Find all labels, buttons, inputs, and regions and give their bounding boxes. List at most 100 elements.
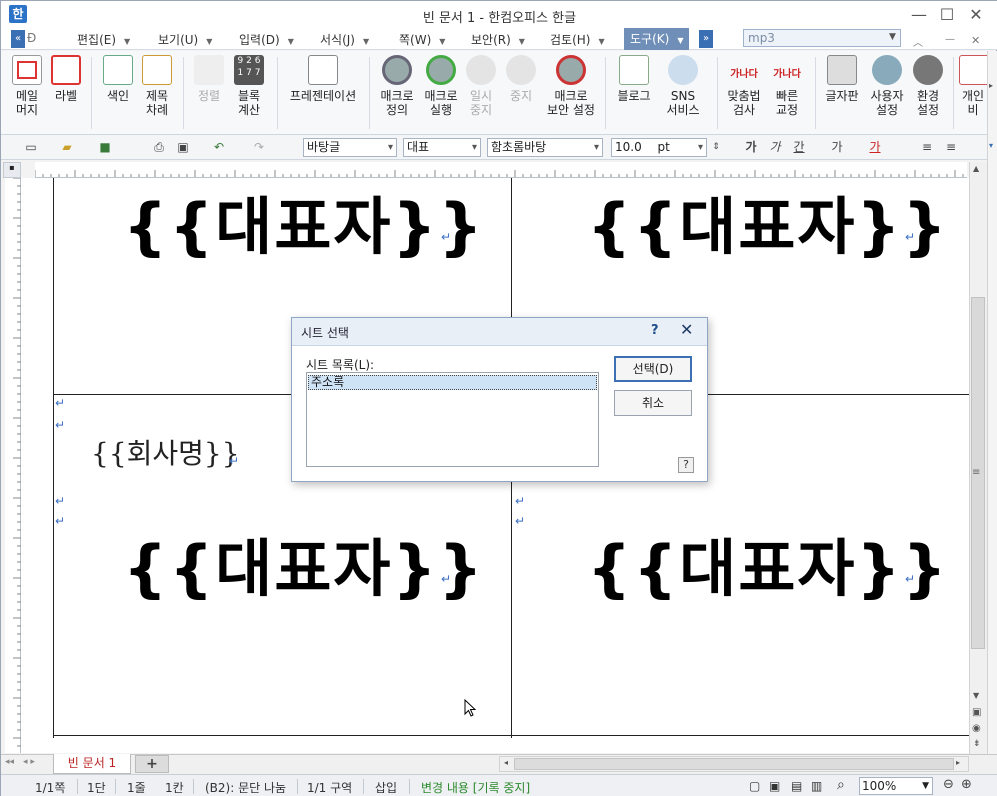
zoom-out-icon[interactable]: ⊖ xyxy=(943,777,954,792)
macro-pause-button[interactable]: 일시 중지 xyxy=(463,55,499,117)
field-representative[interactable]: {{대표자}} xyxy=(587,178,949,266)
minimize-button[interactable]: — xyxy=(905,3,933,27)
bold-icon[interactable]: 가 xyxy=(743,140,759,155)
zoom-search-icon[interactable]: ⌕ xyxy=(837,777,845,793)
macro-security-button[interactable]: 매크로 보안 설정 xyxy=(543,55,599,117)
macro-run-button[interactable]: 매크로 실행 xyxy=(421,55,461,117)
help-icon[interactable]: ? xyxy=(678,457,694,473)
sort-button[interactable]: 정렬 xyxy=(191,55,227,103)
zoom-select[interactable]: 100% ▼ xyxy=(859,777,933,795)
blog-button[interactable]: 블로그 xyxy=(613,55,655,103)
tab-document-1[interactable]: 빈 문서 1 xyxy=(53,754,131,774)
status-insert-mode[interactable]: 삽입 xyxy=(375,779,397,796)
align-justify-icon[interactable]: ≡ xyxy=(919,140,935,155)
menu-security[interactable]: 보안(R) ▼ xyxy=(471,31,525,48)
menu-edit[interactable]: 편집(E) ▼ xyxy=(77,31,130,48)
font-size-select[interactable]: 10.0 pt xyxy=(611,138,707,157)
macro-stop-button[interactable]: 중지 xyxy=(503,55,539,103)
menu-format[interactable]: 서식(J) ▼ xyxy=(320,31,369,48)
view-normal-icon[interactable]: ▢ xyxy=(749,779,760,793)
toc-button[interactable]: 제목 차례 xyxy=(139,55,175,117)
menu-scroll-right-icon[interactable]: » xyxy=(699,30,713,48)
scroll-up-icon[interactable]: ▲ xyxy=(973,164,979,173)
sheet-list[interactable]: 주소록 xyxy=(306,372,599,467)
mail-merge-button[interactable]: 메일 머지 xyxy=(9,55,45,117)
prev-page-icon[interactable]: ▣ xyxy=(972,707,981,718)
undo-icon[interactable]: ↶ xyxy=(211,140,227,155)
italic-icon[interactable]: 가 xyxy=(767,140,783,155)
next-page-icon[interactable]: ⇟ xyxy=(973,739,981,749)
redo-icon[interactable]: ↷ xyxy=(251,140,267,155)
ribbon-collapse-icon[interactable]: ︿ xyxy=(913,34,923,49)
language-select[interactable]: 대표 xyxy=(403,138,481,157)
sheet-list-item[interactable]: 주소록 xyxy=(308,375,597,390)
chevron-down-icon[interactable]: ▼ xyxy=(889,32,896,42)
status-track-changes[interactable]: 변경 내용 [기록 중지] xyxy=(421,779,530,796)
status-page[interactable]: 1/1쪽 xyxy=(35,779,65,796)
strikethrough-icon[interactable]: 가 xyxy=(829,140,845,155)
field-company[interactable]: {{회사명}} xyxy=(91,432,240,472)
label-button[interactable]: 라벨 xyxy=(49,55,83,103)
menu-scroll-left-icon[interactable]: « xyxy=(11,30,25,48)
zoom-in-icon[interactable]: ⊕ xyxy=(961,777,972,792)
print-icon[interactable]: ⎙ xyxy=(151,140,167,155)
font-color-icon[interactable]: 가 xyxy=(867,140,883,155)
underline-icon[interactable]: 간 xyxy=(791,140,807,155)
quick-fix-button[interactable]: 가나다 빠른 교정 xyxy=(767,55,807,117)
view-web-icon[interactable]: ▤ xyxy=(791,779,802,793)
scroll-right-icon[interactable]: ▸ xyxy=(956,758,960,767)
search-input[interactable]: mp3 xyxy=(743,29,901,47)
field-representative[interactable]: {{대표자}} xyxy=(123,518,485,608)
align-left-icon[interactable]: ≡ xyxy=(943,140,959,155)
scroll-left-icon[interactable]: ◂ xyxy=(504,758,508,767)
chevron-right-icon[interactable]: ▸ xyxy=(989,81,993,90)
spellcheck-button[interactable]: 가나다 맞춤법 검사 xyxy=(723,55,765,117)
page-select-icon[interactable]: ◉ xyxy=(972,723,981,734)
block-calc-button[interactable]: 9 2 61 7 7 블록 계산 xyxy=(231,55,267,117)
presentation-button[interactable]: 프레젠테이션 xyxy=(285,55,361,103)
font-select[interactable]: 함초롬바탕 xyxy=(487,138,603,157)
macro-define-button[interactable]: 매크로 정의 xyxy=(377,55,417,117)
index-button[interactable]: 색인 xyxy=(101,55,135,103)
scroll-down-icon[interactable]: ▼ xyxy=(973,691,979,700)
open-folder-icon[interactable]: ▰ xyxy=(59,140,75,155)
side-panel-strip[interactable] xyxy=(987,51,997,754)
style-select[interactable]: 바탕글 xyxy=(303,138,397,157)
menu-view[interactable]: 보기(U) ▼ xyxy=(158,31,212,48)
file-menu-fragment[interactable]: Ð xyxy=(27,31,36,45)
vertical-ruler[interactable] xyxy=(5,177,21,753)
ruler-corner[interactable]: ▪ xyxy=(3,162,21,178)
tab-prev-icon[interactable]: ◂ ▸ xyxy=(23,757,35,767)
close-doc-icon[interactable]: ✕ xyxy=(971,34,980,47)
keyboard-button[interactable]: 글자판 xyxy=(821,55,863,103)
new-doc-icon[interactable]: ▭ xyxy=(23,140,39,155)
add-tab-button[interactable]: + xyxy=(135,755,169,773)
field-representative[interactable]: {{대표자}} xyxy=(123,178,485,266)
horizontal-ruler[interactable] xyxy=(35,162,967,178)
field-representative[interactable]: {{대표자}} xyxy=(587,518,949,608)
menu-page[interactable]: 쪽(W) ▼ xyxy=(399,31,445,48)
sns-button[interactable]: SNS 서비스 xyxy=(661,55,705,117)
save-icon[interactable]: ■ xyxy=(97,140,113,155)
restore-doc-icon[interactable]: — xyxy=(945,34,955,45)
user-settings-button[interactable]: 사용자 설정 xyxy=(867,55,907,117)
horizontal-scroll-thumb[interactable] xyxy=(514,758,954,770)
maximize-button[interactable]: ☐ xyxy=(933,3,961,27)
menu-tools[interactable]: 도구(K) ▼ xyxy=(624,28,690,50)
view-page-icon[interactable]: ▣ xyxy=(769,779,780,793)
cancel-button[interactable]: 취소 xyxy=(614,390,692,416)
dialog-help-button[interactable]: ? xyxy=(651,323,659,338)
size-stepper-icon[interactable]: ⇕ xyxy=(708,140,724,155)
env-settings-button[interactable]: 환경 설정 xyxy=(909,55,947,117)
close-button[interactable]: ✕ xyxy=(962,3,990,27)
tab-first-icon[interactable]: ◂◂ xyxy=(5,757,14,767)
horizontal-scrollbar[interactable]: ◂ ▸ xyxy=(499,756,969,772)
select-button[interactable]: 선택(D) xyxy=(614,356,692,382)
menu-insert[interactable]: 입력(D) ▼ xyxy=(239,31,294,48)
dialog-title-bar[interactable]: 시트 선택 ? ✕ xyxy=(292,318,707,346)
view-outline-icon[interactable]: ▥ xyxy=(811,779,822,793)
dialog-close-button[interactable]: ✕ xyxy=(680,320,693,339)
menu-review[interactable]: 검토(H) ▼ xyxy=(550,31,605,48)
preview-icon[interactable]: ▣ xyxy=(175,140,191,155)
chevron-down-icon[interactable]: ▾ xyxy=(989,141,993,150)
